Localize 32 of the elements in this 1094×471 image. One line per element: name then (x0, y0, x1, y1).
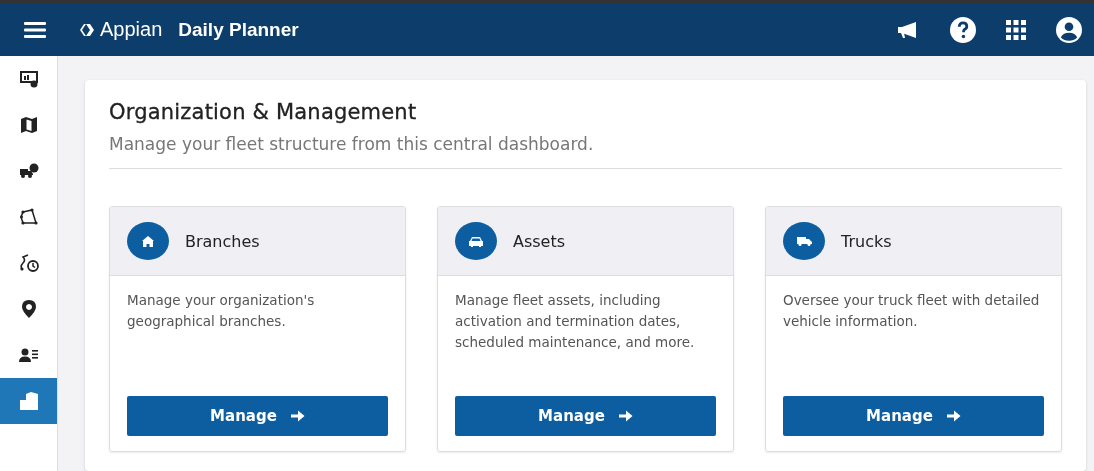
contact-list-icon (18, 347, 39, 363)
card-title: Trucks (841, 231, 892, 251)
apps-grid-icon[interactable] (1006, 19, 1026, 40)
card-title: Branches (185, 231, 260, 251)
arrow-right-icon (290, 410, 305, 422)
arrow-right-icon (618, 410, 633, 422)
map-icon (19, 116, 38, 134)
arrow-right-icon (946, 410, 961, 422)
user-avatar-icon[interactable] (1056, 16, 1082, 43)
truck-icon (796, 236, 812, 246)
page-title: Organization & Management (109, 100, 418, 124)
buildings-icon (18, 392, 39, 410)
car-icon (469, 235, 483, 247)
manage-button[interactable]: Manage (455, 396, 716, 436)
card-description: Manage fleet assets, including activation and termination dates, scheduled maintenance, and more. (455, 291, 696, 352)
manage-button[interactable]: Manage (783, 396, 1044, 436)
help-icon[interactable] (950, 16, 976, 43)
card-description: Oversee your truck fleet with detailed vehicle information. (783, 291, 1041, 331)
brand-name: Appian (100, 18, 163, 41)
house-icon (142, 235, 154, 247)
card-description: Manage your organization's geographical branches. (127, 291, 316, 331)
card-title: Assets (513, 231, 566, 251)
app-title: Daily Planner (178, 18, 299, 41)
polygon-icon (19, 208, 38, 226)
manage-button[interactable]: Manage (127, 396, 388, 436)
truck-clock-icon (18, 163, 39, 179)
dashboard-icon (18, 70, 39, 88)
menu-icon[interactable] (24, 21, 46, 38)
route-clock-icon (18, 253, 39, 273)
map-pin-icon (21, 300, 36, 318)
page-subtitle: Manage your fleet structure from this central dashboard. (109, 134, 595, 154)
logo-icon (80, 21, 94, 38)
